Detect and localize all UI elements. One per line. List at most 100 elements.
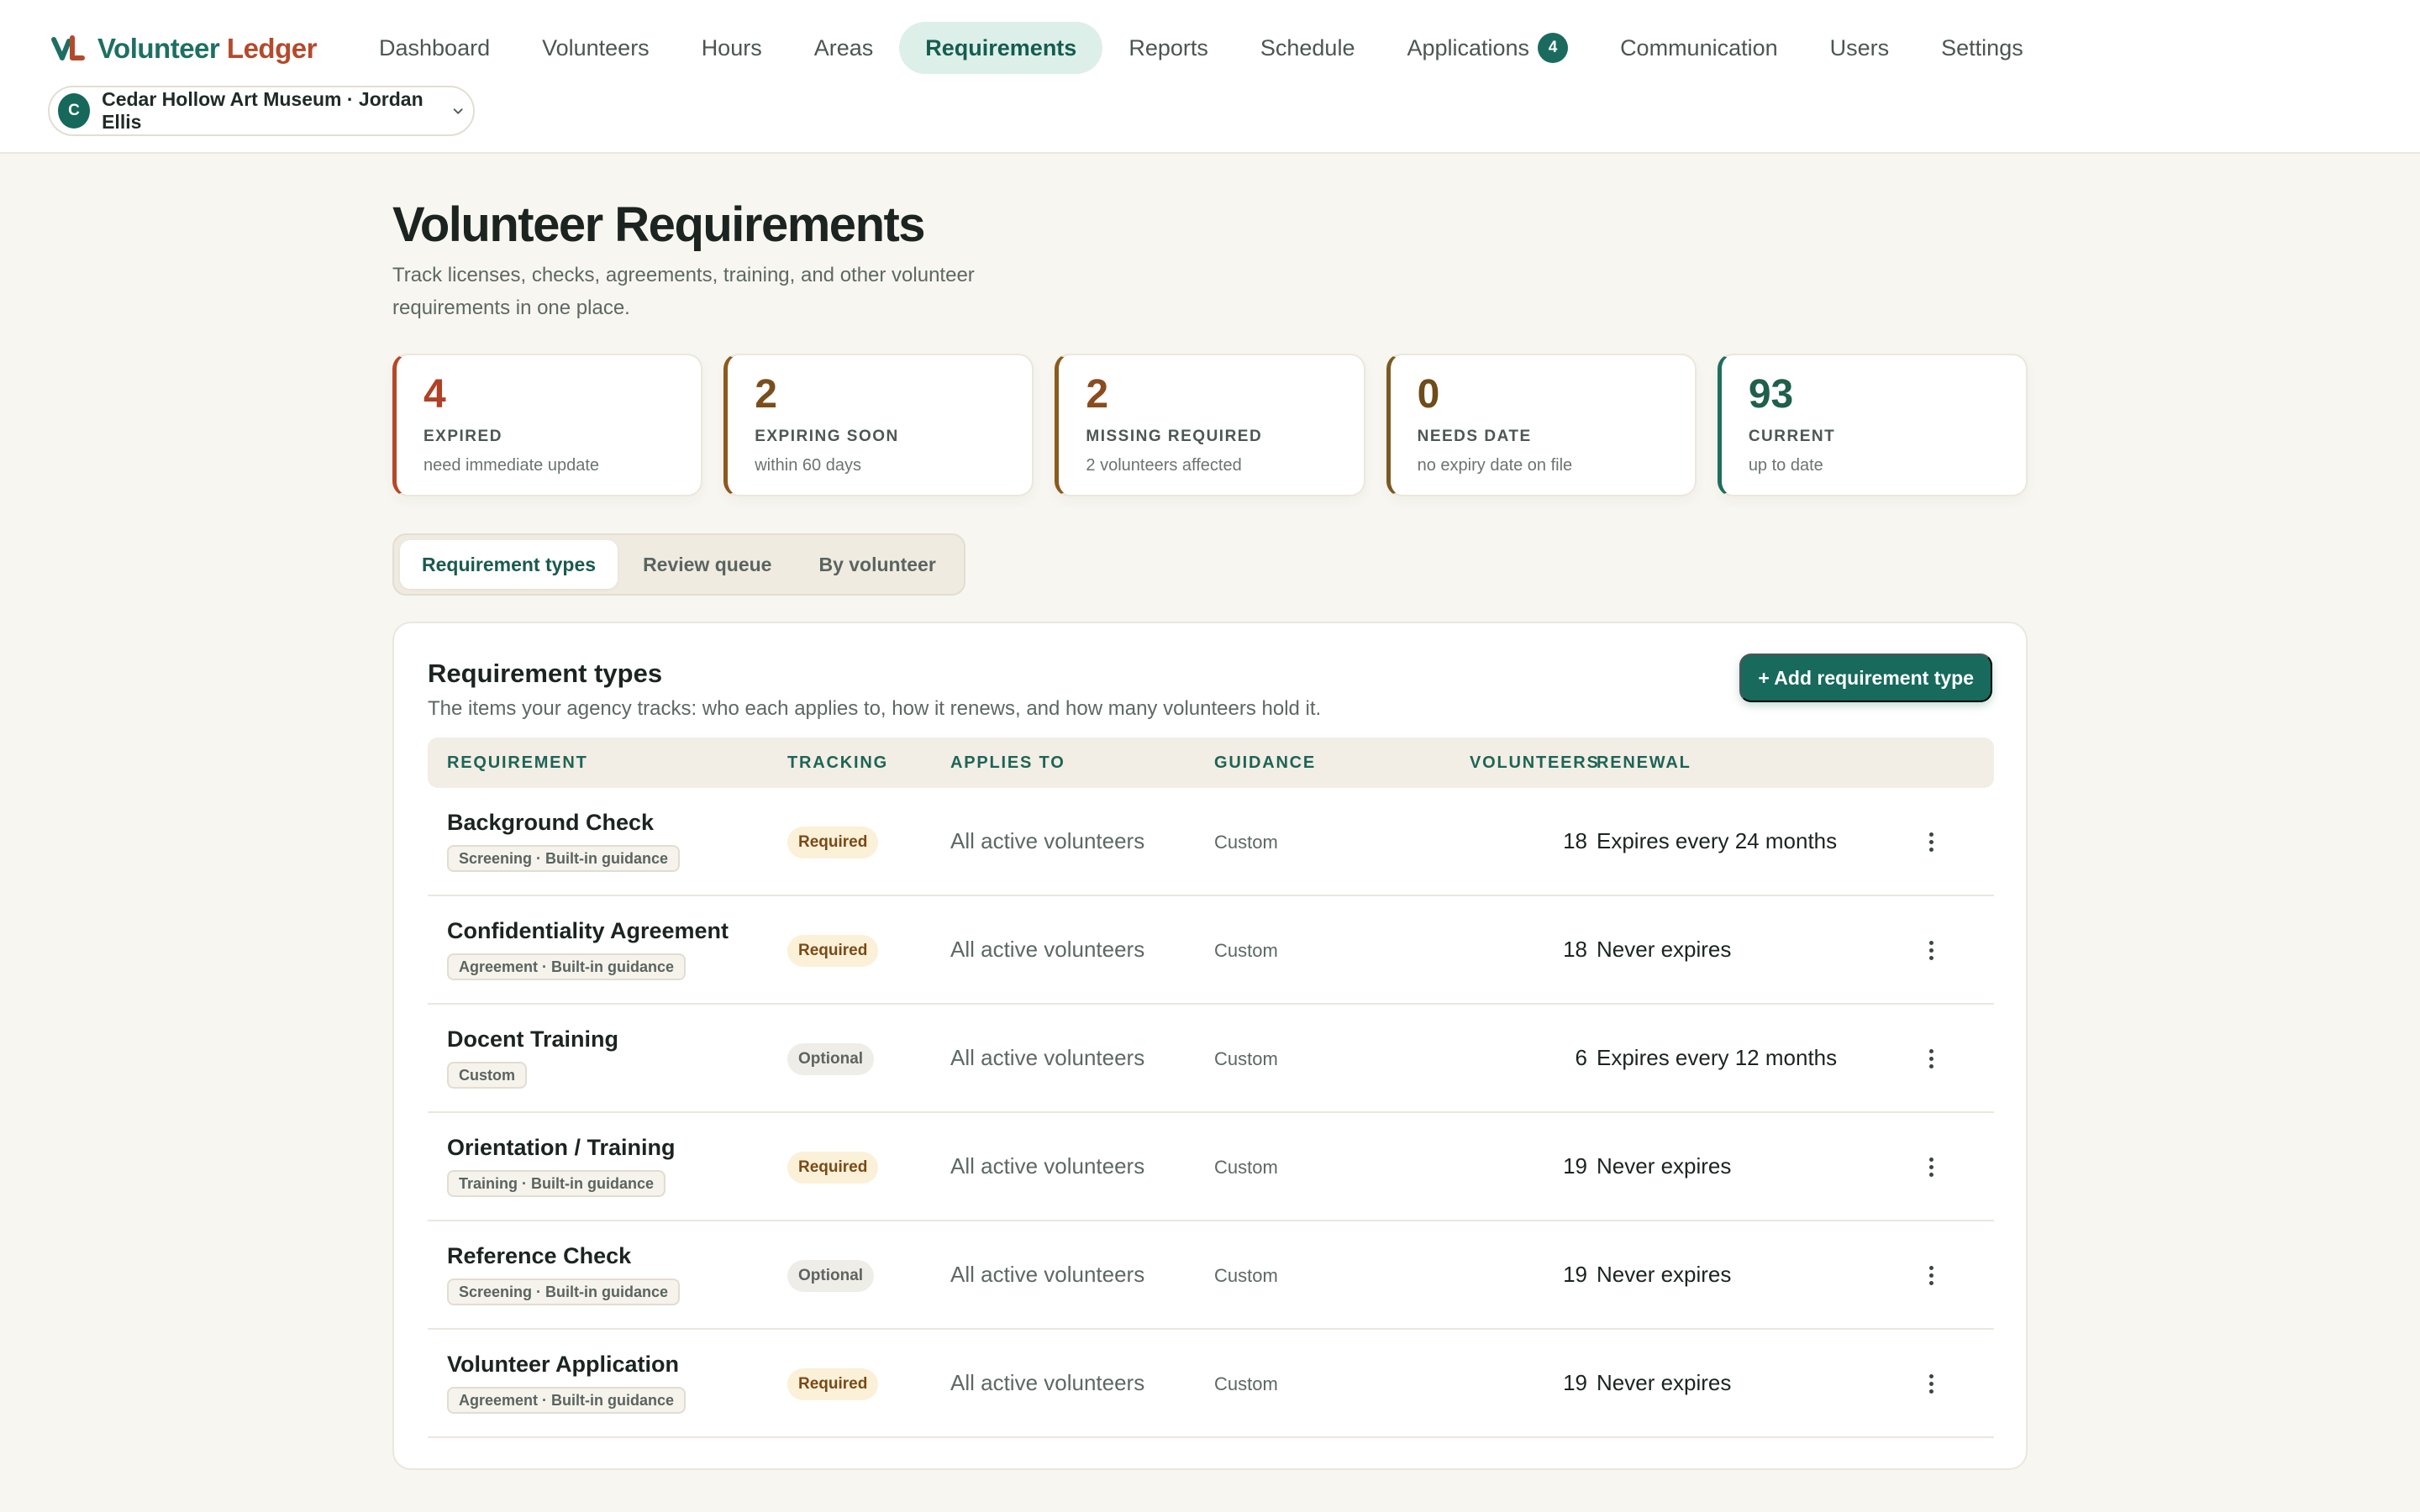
stat-expired[interactable]: 4 EXPIRED need immediate update [392,354,703,496]
volunteer-count: 18 [1563,828,1587,853]
table-row[interactable]: Docent Training Custom Optional All acti… [428,1005,1994,1113]
stat-expiring-soon[interactable]: 2 EXPIRING SOON within 60 days [723,354,1034,496]
stat-hint: 2 volunteers affected [1086,456,1242,475]
requirement-name[interactable]: Confidentiality Agreement [447,918,729,944]
stat-hint: within 60 days [755,456,861,475]
table-row[interactable]: Orientation / Training Training · Built-… [428,1113,1994,1221]
requirement-table-body: Background Check Screening · Built-in gu… [428,788,1994,1438]
more-options-icon[interactable] [1918,1368,1944,1399]
tab-by-volunteer[interactable]: By volunteer [797,540,957,589]
tab-requirement-types[interactable]: Requirement types [400,540,618,589]
nav-hours[interactable]: Hours [676,22,788,74]
stat-missing-required[interactable]: 2 MISSING REQUIRED 2 volunteers affected [1055,354,1365,496]
org-label: Cedar Hollow Art Museum · Jordan Ellis [102,88,424,133]
chevron-down-icon [453,108,463,114]
nav-applications[interactable]: Applications 4 [1381,22,1594,74]
applies-to-value: All active volunteers [950,1370,1145,1395]
renewal-value: Expires every 12 months [1597,1045,1838,1070]
guidance-value: Custom [1214,1157,1278,1178]
column-applies-to[interactable]: APPLIES TO [950,753,1065,773]
column-requirement[interactable]: REQUIREMENT [447,753,588,773]
guidance-value: Custom [1214,832,1278,853]
tracking-badge: Optional [787,1260,875,1292]
volunteer-count: 19 [1563,1153,1587,1179]
stat-label: MISSING REQUIRED [1086,428,1263,445]
stat-label: EXPIRING SOON [755,428,899,445]
stat-needs-date[interactable]: 0 NEEDS DATE no expiry date on file [1386,354,1697,496]
requirement-name[interactable]: Reference Check [447,1243,631,1269]
stat-hint: no expiry date on file [1417,456,1573,475]
table-row[interactable]: Volunteer Application Agreement · Built-… [428,1330,1994,1438]
nav-schedule[interactable]: Schedule [1234,22,1381,74]
volunteer-count: 18 [1563,937,1587,962]
stat-label: CURRENT [1748,428,1836,445]
requirement-name[interactable]: Orientation / Training [447,1135,676,1161]
page-title: Volunteer Requirements [392,197,926,252]
applies-to-value: All active volunteers [950,828,1145,853]
table-row[interactable]: Confidentiality Agreement Agreement · Bu… [428,896,1994,1005]
more-options-icon[interactable] [1918,1043,1944,1074]
nav-reports[interactable]: Reports [1102,22,1234,74]
stat-hint: up to date [1748,456,1823,475]
stat-value: 2 [755,372,777,417]
applies-to-value: All active volunteers [950,1262,1145,1287]
tracking-badge: Required [787,935,879,967]
add-requirement-type-button[interactable]: + Add requirement type [1739,654,1992,702]
stat-value: 0 [1417,372,1440,417]
requirement-category-tag: Agreement · Built-in guidance [447,1387,687,1414]
table-header: REQUIREMENT TRACKING APPLIES TO GUIDANCE… [428,738,1994,788]
volunteer-count: 19 [1563,1370,1587,1395]
card-subtitle: The items your agency tracks: who each a… [428,697,1322,720]
tab-review-queue[interactable]: Review queue [621,540,793,589]
requirement-name[interactable]: Background Check [447,810,654,836]
volunteer-count: 19 [1563,1262,1587,1287]
organization-switcher[interactable]: C Cedar Hollow Art Museum · Jordan Ellis [48,86,475,136]
column-tracking[interactable]: TRACKING [787,753,888,773]
more-options-icon[interactable] [1918,827,1944,857]
requirement-name[interactable]: Docent Training [447,1026,618,1053]
requirement-category-tag: Screening · Built-in guidance [447,1278,681,1305]
org-avatar: C [58,93,91,129]
app-logo[interactable]: Volunteer Ledger [50,30,317,67]
stat-current[interactable]: 93 CURRENT up to date [1717,354,2028,496]
view-tabs: Requirement types Review queue By volunt… [392,533,965,596]
requirement-category-tag: Custom [447,1062,527,1089]
requirement-category-tag: Agreement · Built-in guidance [447,953,687,980]
guidance-value: Custom [1214,1048,1278,1069]
nav-areas[interactable]: Areas [788,22,900,74]
applications-count-badge: 4 [1538,33,1569,63]
requirement-types-card: Requirement types The items your agency … [392,622,2028,1470]
tracking-badge: Required [787,827,879,858]
nav-requirements[interactable]: Requirements [899,22,1103,74]
stat-label: EXPIRED [424,428,502,445]
stat-hint: need immediate update [424,456,600,475]
table-row[interactable]: Reference Check Screening · Built-in gui… [428,1221,1994,1330]
nav-volunteers[interactable]: Volunteers [516,22,676,74]
column-volunteers[interactable]: VOLUNTEERS [1470,753,1600,773]
guidance-value: Custom [1214,1265,1278,1286]
column-renewal[interactable]: RENEWAL [1597,753,1691,773]
tracking-badge: Optional [787,1043,875,1075]
main-nav: Dashboard Volunteers Hours Areas Require… [353,22,2049,74]
more-options-icon[interactable] [1918,1152,1944,1182]
nav-settings[interactable]: Settings [1915,22,2049,74]
applies-to-value: All active volunteers [950,1045,1145,1070]
applies-to-value: All active volunteers [950,937,1145,962]
column-guidance[interactable]: GUIDANCE [1214,753,1316,773]
renewal-value: Expires every 24 months [1597,828,1838,853]
renewal-value: Never expires [1597,1370,1732,1395]
card-title: Requirement types [428,659,663,688]
nav-communication[interactable]: Communication [1594,22,1804,74]
renewal-value: Never expires [1597,937,1732,962]
table-row[interactable]: Background Check Screening · Built-in gu… [428,788,1994,896]
top-header: Volunteer Ledger Dashboard Volunteers Ho… [0,0,2420,154]
status-summary: 4 EXPIRED need immediate update 2 EXPIRI… [392,354,2028,496]
more-options-icon[interactable] [1918,935,1944,965]
more-options-icon[interactable] [1918,1260,1944,1290]
renewal-value: Never expires [1597,1262,1732,1287]
guidance-value: Custom [1214,940,1278,961]
nav-users[interactable]: Users [1804,22,1916,74]
page-subtitle: Track licenses, checks, agreements, trai… [392,264,975,319]
nav-dashboard[interactable]: Dashboard [353,22,516,74]
requirement-name[interactable]: Volunteer Application [447,1352,679,1378]
